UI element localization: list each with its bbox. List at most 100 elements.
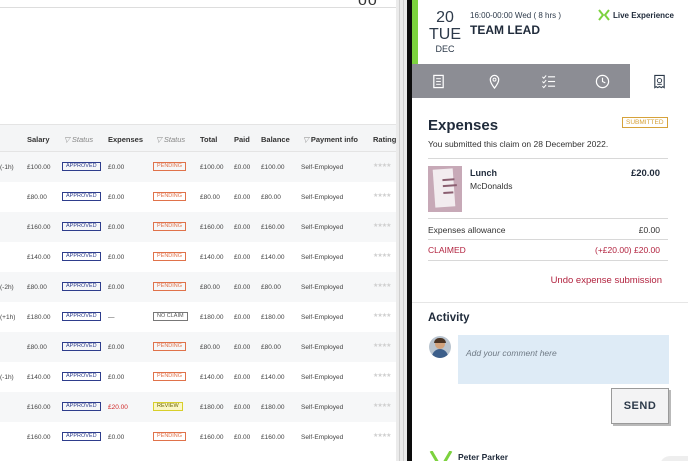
status-badge[interactable]: APPROVED [62,372,101,381]
rating-stars[interactable]: ★★★★ [373,192,391,199]
undo-expense-submission-link[interactable]: Undo expense submission [512,275,662,286]
col-rating[interactable]: Rating [373,135,396,144]
comment-input[interactable] [458,335,669,384]
table-row[interactable]: £80.00 APPROVED £0.00 PENDING £80.00 £0.00 £80… [0,182,396,212]
table-row[interactable]: (-1h) £140.00 APPROVED £0.00 PENDING £140.00 £… [0,362,396,392]
expense-status-badge[interactable]: PENDING [153,282,187,291]
status-badge[interactable]: APPROVED [62,312,101,321]
col-expense-status-filter[interactable]: ▽ Status [156,135,185,144]
col-paid[interactable]: Paid [234,135,250,144]
table-row[interactable]: £80.00 APPROVED £0.00 PENDING £80.00 £0.00 £80… [0,332,396,362]
send-button[interactable]: SEND [611,388,669,424]
table-row[interactable]: £140.00 APPROVED £0.00 PENDING £140.00 £0.00 £… [0,242,396,272]
salary-cell: £80.00 [27,344,47,351]
expense-status-badge[interactable]: PENDING [153,252,187,261]
status-badge[interactable]: APPROVED [62,162,101,171]
divider [428,260,668,261]
phone-screen: 20 TUE DEC 16:00-00:00 Wed ( 8 hrs ) TEA… [412,0,688,461]
balance-cell: £140.00 [261,374,285,381]
col-total[interactable]: Total [200,135,217,144]
shift-time: 16:00-00:00 Wed ( 8 hrs ) [470,11,562,20]
status-badge[interactable]: APPROVED [62,192,101,201]
split-divider[interactable] [396,0,407,461]
col-balance[interactable]: Balance [261,135,290,144]
expenses-cell: — [108,314,115,321]
rating-stars[interactable]: ★★★★ [373,402,391,409]
floating-action-button[interactable] [660,456,688,461]
table-row[interactable]: (+1h) £180.00 APPROVED — NO CLAIM £180.00 £0.0… [0,302,396,332]
table-row[interactable]: (-2h) £80.00 APPROVED £0.00 PENDING £80.00 £0.… [0,272,396,302]
rating-stars[interactable]: ★★★★ [373,342,391,349]
expense-status-badge[interactable]: PENDING [153,432,187,441]
table-row[interactable]: £160.00 APPROVED £20.00 REVIEW £180.00 £0.00 £… [0,392,396,422]
expenses-cell: £0.00 [108,194,125,201]
col-payment-filter[interactable]: ▽ Payment info [303,135,358,144]
shift-date: 20 TUE DEC [424,10,466,55]
expense-status-badge[interactable]: NO CLAIM [153,312,188,321]
tab-expenses[interactable] [630,64,688,98]
payment-info-cell: Self-Employed [301,374,344,381]
salary-cell: £140.00 [27,254,51,261]
balance-cell: £100.00 [261,164,285,171]
balance-cell: £80.00 [261,194,281,201]
col-status-filter[interactable]: ▽ Status [64,135,93,144]
live-experience-icon [598,9,610,21]
salary-cell: £180.00 [27,314,51,321]
rating-stars[interactable]: ★★★★ [373,372,391,379]
status-badge[interactable]: APPROVED [62,432,101,441]
paid-cell: £0.00 [234,164,251,171]
status-badge[interactable]: APPROVED [62,402,101,411]
table-row[interactable]: £160.00 APPROVED £0.00 PENDING £160.00 £0.00 £… [0,422,396,452]
paid-cell: £0.00 [234,224,251,231]
expense-status-badge[interactable]: PENDING [153,162,187,171]
shift-status-bar [412,0,418,64]
live-experience-logo: Live Experience [598,9,674,21]
filter-icon: ▽ [64,135,72,144]
phone-frame: 20 TUE DEC 16:00-00:00 Wed ( 8 hrs ) TEA… [407,0,688,461]
filter-icon: ▽ [156,135,164,144]
col-salary[interactable]: Salary [27,135,50,144]
expense-status-badge[interactable]: PENDING [153,342,187,351]
table-header: Salary ▽ Status Expenses ▽ Status Total … [0,124,396,152]
payroll-table: Salary ▽ Status Expenses ▽ Status Total … [0,124,396,452]
top-divider [0,7,396,8]
paid-cell: £0.00 [234,194,251,201]
divider-line [403,0,404,461]
tab-details[interactable] [412,64,464,98]
rating-stars[interactable]: ★★★★ [373,282,391,289]
rating-stars[interactable]: ★★★★ [373,162,391,169]
col-expenses[interactable]: Expenses [108,135,143,144]
receipt-thumbnail[interactable] [428,166,462,212]
divider [428,158,668,159]
payment-info-cell: Self-Employed [301,254,344,261]
rating-stars[interactable]: ★★★★ [373,432,391,439]
live-experience-icon [429,451,453,461]
total-cell: £140.00 [200,254,224,261]
tab-time[interactable] [576,64,628,98]
divider [428,218,668,219]
status-badge[interactable]: APPROVED [62,342,101,351]
expense-status-badge[interactable]: REVIEW [153,402,183,411]
rating-stars[interactable]: ★★★★ [373,252,391,259]
status-badge[interactable]: APPROVED [62,282,101,291]
tab-checklist[interactable] [522,64,574,98]
total-cell: £180.00 [200,314,224,321]
table-row[interactable]: (-1h) £100.00 APPROVED £0.00 PENDING £100.00 £… [0,152,396,182]
expenses-cell: £0.00 [108,374,125,381]
tab-location[interactable] [468,64,520,98]
hours-adjustment: (-2h) [0,284,14,291]
status-badge[interactable]: APPROVED [62,252,101,261]
rating-stars[interactable]: ★★★★ [373,312,391,319]
expense-status-badge[interactable]: PENDING [153,222,187,231]
payment-info-cell: Self-Employed [301,224,344,231]
toolbar-glyph[interactable]: oo [358,0,378,10]
status-badge[interactable]: APPROVED [62,222,101,231]
rating-stars[interactable]: ★★★★ [373,222,391,229]
table-row[interactable]: £160.00 APPROVED £0.00 PENDING £160.00 £0.00 £… [0,212,396,242]
total-cell: £80.00 [200,344,220,351]
expenses-cell: £0.00 [108,284,125,291]
expense-status-badge[interactable]: PENDING [153,372,187,381]
expenses-cell: £20.00 [108,404,128,411]
expense-status-badge[interactable]: PENDING [153,192,187,201]
shift-month: DEC [435,44,455,54]
